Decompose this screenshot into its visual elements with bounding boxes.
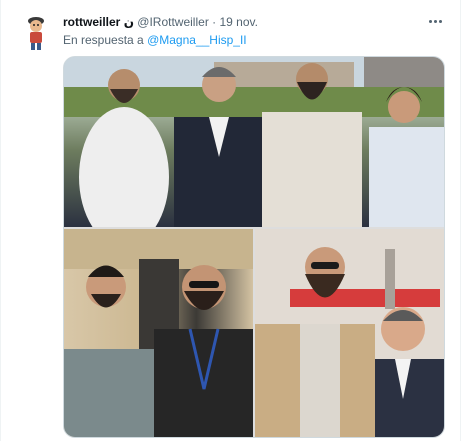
- header-separator: ·: [212, 15, 217, 29]
- column-border-right: [460, 0, 461, 441]
- photo-2[interactable]: [64, 229, 253, 437]
- photo-1[interactable]: [64, 57, 444, 227]
- avatar-cartoon-icon: [28, 17, 44, 50]
- user-handle[interactable]: @IRottweiller: [137, 15, 209, 29]
- avatar[interactable]: [22, 14, 50, 52]
- more-options-button[interactable]: [426, 12, 444, 30]
- tweet-header: rottweiller ن @IRottweiller · 19 nov.: [63, 14, 258, 30]
- media-grid: [63, 56, 445, 438]
- photo-3[interactable]: [255, 229, 444, 437]
- reply-context: En respuesta a @Magna__Hisp_II: [63, 32, 247, 48]
- column-border-left: [0, 0, 1, 441]
- more-horizontal-icon: [428, 19, 432, 23]
- tweet-date[interactable]: 19 nov.: [220, 15, 258, 29]
- reply-prefix: En respuesta a: [63, 33, 144, 47]
- display-name[interactable]: rottweiller ن: [63, 15, 134, 29]
- reply-to-link[interactable]: @Magna__Hisp_II: [147, 33, 247, 47]
